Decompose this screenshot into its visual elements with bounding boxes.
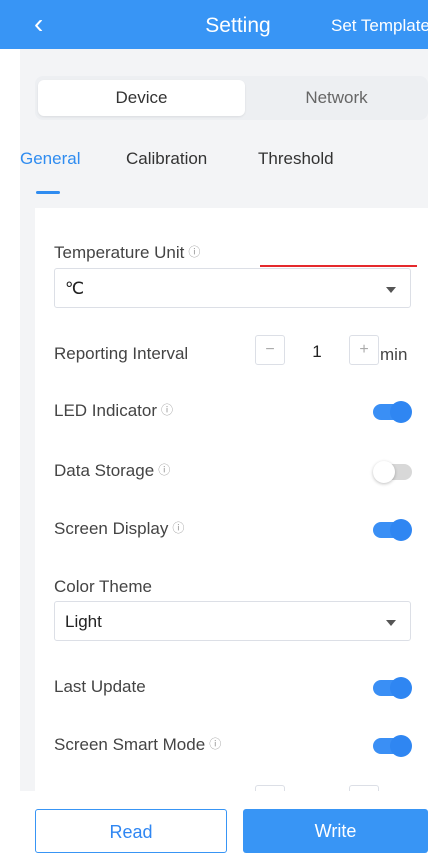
toggle-knob <box>373 461 395 483</box>
toggle-knob <box>390 401 412 423</box>
last-update-label: Last Update <box>54 677 146 696</box>
reporting-interval-value[interactable]: 1 <box>287 342 347 362</box>
screen-display-toggle[interactable] <box>373 519 412 541</box>
interval-unit: min <box>380 345 408 364</box>
annotation-underline <box>260 265 417 267</box>
dropdown-caret-icon <box>386 620 396 626</box>
screen-display-label: Screen Display ⓘ <box>54 519 185 538</box>
decrement-button[interactable]: − <box>255 335 285 365</box>
dropdown-caret-icon <box>386 287 396 293</box>
last-update-toggle[interactable] <box>373 677 412 699</box>
screen-smart-mode-label: Screen Smart Mode ⓘ <box>54 735 222 754</box>
footer-bar: Read Write <box>0 791 428 860</box>
tab-calibration[interactable]: Calibration <box>126 149 207 169</box>
write-button[interactable]: Write <box>243 809 428 853</box>
led-indicator-toggle[interactable] <box>373 401 412 423</box>
color-theme-value: Light <box>65 612 102 631</box>
set-template-button[interactable]: Set Template <box>331 16 428 36</box>
info-icon[interactable]: ⓘ <box>161 403 173 417</box>
reporting-interval-label: Reporting Interval <box>54 344 189 363</box>
content-area: Device Network General Calibration Thres… <box>20 49 428 791</box>
toggle-knob <box>390 677 412 699</box>
segment-network[interactable]: Network <box>245 80 428 116</box>
data-storage-toggle[interactable] <box>373 461 412 483</box>
color-theme-select[interactable]: Light <box>54 601 411 641</box>
segment-device[interactable]: Device <box>38 80 245 116</box>
segment-control: Device Network <box>35 76 428 120</box>
tab-threshold[interactable]: Threshold <box>258 149 334 169</box>
toggle-knob <box>390 519 412 541</box>
active-tab-indicator <box>36 191 60 194</box>
temperature-unit-select[interactable]: ℃ <box>54 268 411 308</box>
led-indicator-label: LED Indicator ⓘ <box>54 401 174 420</box>
temperature-unit-label: Temperature Unit ⓘ <box>54 243 201 262</box>
info-icon[interactable]: ⓘ <box>172 521 184 535</box>
screen-smart-mode-toggle[interactable] <box>373 735 412 757</box>
subtab-bar: General Calibration Threshold <box>20 149 428 194</box>
read-button[interactable]: Read <box>35 809 227 853</box>
app-header: ‹ Setting Set Template <box>0 0 428 49</box>
info-icon[interactable]: ⓘ <box>158 463 170 477</box>
general-settings-panel: Temperature Unit ⓘ ℃ Reporting Interval −… <box>35 208 428 791</box>
tab-general[interactable]: General <box>20 149 81 194</box>
toggle-knob <box>390 735 412 757</box>
tab-general-label: General <box>20 149 81 168</box>
temperature-unit-value: ℃ <box>65 279 85 298</box>
info-icon[interactable]: ⓘ <box>209 737 221 751</box>
color-theme-label: Color Theme <box>54 577 152 596</box>
info-icon[interactable]: ⓘ <box>188 245 200 259</box>
increment-button[interactable]: + <box>349 335 379 365</box>
data-storage-label: Data Storage ⓘ <box>54 461 171 480</box>
